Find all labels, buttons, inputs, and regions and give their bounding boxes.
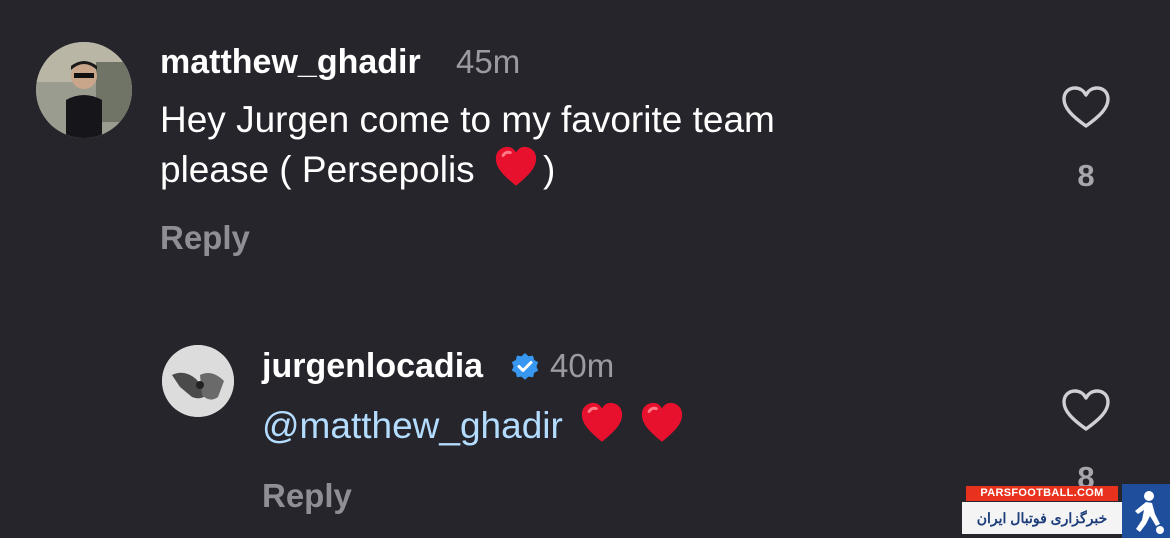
comments-screen: matthew_ghadir 45m Hey Jurgen come to my… bbox=[0, 0, 1170, 538]
comment-timestamp: 45m bbox=[456, 43, 521, 80]
mention-link[interactable]: @matthew_ghadir bbox=[262, 405, 563, 446]
avatar[interactable] bbox=[162, 345, 234, 417]
reply-button[interactable]: Reply bbox=[262, 476, 352, 516]
profile-photo bbox=[162, 345, 234, 417]
watermark-site-name: PARSFOOTBALL.COM bbox=[966, 486, 1118, 501]
avatar[interactable] bbox=[36, 42, 132, 138]
comment-text: ) bbox=[542, 149, 556, 190]
heart-outline-icon[interactable] bbox=[1060, 387, 1112, 433]
comment-text-line: please ( Persepolis ) bbox=[160, 144, 555, 194]
watermark-tagline: خبرگزاری فوتبال ایران bbox=[962, 502, 1122, 534]
reply-button[interactable]: Reply bbox=[160, 218, 250, 258]
like-count: 8 bbox=[1077, 158, 1095, 193]
red-heart-emoji bbox=[581, 402, 622, 442]
comment-username[interactable]: jurgenlocadia bbox=[262, 346, 483, 386]
red-heart-emoji bbox=[641, 402, 682, 442]
football-player-logo-icon bbox=[1122, 484, 1170, 538]
verified-badge-icon bbox=[511, 353, 539, 380]
parsfootball-watermark: PARSFOOTBALL.COM خبرگزاری فوتبال ایران bbox=[962, 484, 1170, 538]
comment-username[interactable]: matthew_ghadir bbox=[160, 42, 421, 82]
comment-text-line: Hey Jurgen come to my favorite team bbox=[160, 99, 775, 140]
comment-text: please ( Persepolis bbox=[160, 149, 485, 190]
comment-timestamp: 40m bbox=[550, 347, 615, 384]
comment-text-line: @matthew_ghadir bbox=[262, 400, 685, 450]
red-heart-emoji bbox=[495, 146, 537, 186]
heart-outline-icon[interactable] bbox=[1060, 84, 1112, 130]
profile-photo bbox=[36, 42, 132, 138]
